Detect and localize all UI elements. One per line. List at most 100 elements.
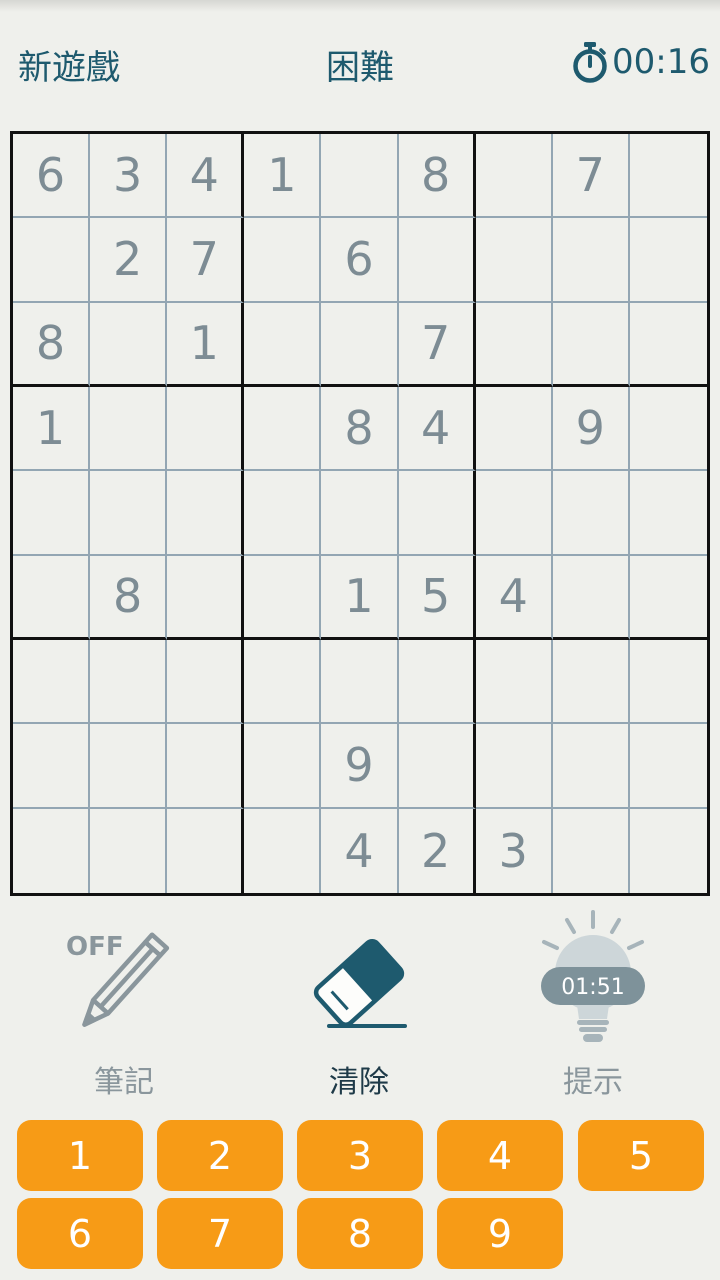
sudoku-cell-r3-c5[interactable] (321, 302, 399, 387)
sudoku-cell-r7-c9[interactable] (629, 640, 707, 725)
number-button-7[interactable]: 7 (157, 1198, 283, 1269)
sudoku-cell-r9-c1[interactable] (13, 808, 91, 893)
number-button-8[interactable]: 8 (297, 1198, 423, 1269)
sudoku-cell-r2-c5[interactable]: 6 (321, 218, 399, 303)
sudoku-cell-r8-c1[interactable] (13, 724, 91, 809)
sudoku-cell-r3-c1[interactable]: 8 (13, 302, 91, 387)
sudoku-cell-r7-c7[interactable] (475, 640, 553, 725)
pencil-icon: OFF (66, 932, 170, 1027)
sudoku-cell-r4-c6[interactable]: 4 (398, 387, 476, 472)
sudoku-cell-r9-c5[interactable]: 4 (321, 808, 399, 893)
sudoku-cell-r6-c8[interactable] (552, 555, 630, 640)
sudoku-cell-r3-c6[interactable]: 7 (398, 302, 476, 387)
sudoku-cell-r7-c4[interactable] (244, 640, 322, 725)
sudoku-cell-r2-c9[interactable] (629, 218, 707, 303)
number-button-9[interactable]: 9 (437, 1198, 563, 1269)
sudoku-cell-r4-c2[interactable] (90, 387, 168, 472)
sudoku-cell-r4-c9[interactable] (629, 387, 707, 472)
number-button-1[interactable]: 1 (17, 1120, 143, 1191)
sudoku-cell-r2-c8[interactable] (552, 218, 630, 303)
sudoku-cell-r6-c5[interactable]: 1 (321, 555, 399, 640)
sudoku-cell-r5-c9[interactable] (629, 471, 707, 556)
sudoku-cell-r2-c3[interactable]: 7 (167, 218, 245, 303)
sudoku-cell-r1-c1[interactable]: 6 (13, 134, 91, 219)
sudoku-cell-r4-c4[interactable] (244, 387, 322, 472)
sudoku-cell-r6-c9[interactable] (629, 556, 707, 640)
sudoku-cell-r1-c5[interactable] (321, 134, 399, 219)
sudoku-cell-r2-c6[interactable] (398, 218, 476, 303)
sudoku-cell-r8-c7[interactable] (475, 724, 553, 809)
sudoku-cell-r5-c7[interactable] (475, 471, 553, 556)
sudoku-cell-r3-c2[interactable] (90, 302, 168, 387)
sudoku-cell-r2-c2[interactable]: 2 (90, 218, 168, 303)
sudoku-cell-r8-c6[interactable] (398, 724, 476, 809)
sudoku-cell-r4-c1[interactable]: 1 (13, 387, 91, 472)
number-button-3[interactable]: 3 (297, 1120, 423, 1191)
sudoku-cell-r4-c8[interactable]: 9 (552, 387, 630, 472)
tool-bar: OFF 筆記 清除 01:51 提示 (0, 905, 720, 1105)
sudoku-cell-r8-c4[interactable] (244, 724, 322, 809)
sudoku-cell-r1-c3[interactable]: 4 (167, 134, 245, 219)
sudoku-cell-r6-c3[interactable] (167, 555, 245, 640)
sudoku-cell-r8-c3[interactable] (167, 724, 245, 809)
notes-label: 筆記 (94, 1065, 154, 1100)
sudoku-cell-r5-c5[interactable] (321, 471, 399, 556)
number-button-6[interactable]: 6 (17, 1198, 143, 1269)
sudoku-cell-r2-c1[interactable] (13, 218, 91, 303)
sudoku-cell-r9-c8[interactable] (553, 808, 630, 893)
sudoku-cell-r9-c6[interactable]: 2 (399, 808, 476, 893)
sudoku-cell-r5-c6[interactable] (398, 471, 476, 556)
sudoku-cell-r7-c1[interactable] (13, 640, 91, 725)
sudoku-cell-r9-c4[interactable] (244, 808, 322, 893)
sudoku-cell-r3-c4[interactable] (244, 302, 322, 387)
sudoku-cell-r5-c4[interactable] (244, 471, 322, 556)
sudoku-cell-r1-c8[interactable]: 7 (552, 134, 630, 219)
sudoku-cell-r5-c8[interactable] (552, 471, 630, 556)
sudoku-cell-r3-c8[interactable] (552, 302, 630, 387)
sudoku-cell-r6-c4[interactable] (244, 555, 322, 640)
sudoku-cell-r7-c2[interactable] (90, 640, 168, 725)
sudoku-cell-r9-c7[interactable]: 3 (476, 808, 553, 893)
sudoku-cell-r8-c8[interactable] (552, 724, 630, 809)
sudoku-cell-r2-c7[interactable] (475, 218, 553, 303)
sudoku-cell-r1-c4[interactable]: 1 (244, 134, 322, 219)
sudoku-cell-r2-c4[interactable] (244, 218, 322, 303)
sudoku-cell-r4-c3[interactable] (167, 387, 245, 472)
sudoku-cell-r1-c6[interactable]: 8 (398, 134, 476, 219)
sudoku-cell-r8-c9[interactable] (629, 724, 707, 809)
game-timer: 00:16 (570, 40, 710, 84)
hint-button[interactable]: 01:51 提示 (503, 905, 683, 1100)
sudoku-cell-r1-c7[interactable] (475, 134, 553, 219)
sudoku-cell-r6-c7[interactable]: 4 (475, 555, 553, 640)
sudoku-cell-r3-c7[interactable] (475, 302, 553, 387)
sudoku-cell-r9-c9[interactable] (630, 809, 707, 893)
sudoku-cell-r7-c6[interactable] (398, 640, 476, 725)
sudoku-cell-r7-c8[interactable] (552, 640, 630, 725)
sudoku-cell-r1-c2[interactable]: 3 (90, 134, 168, 219)
top-bar: 新遊戲 困難 00:16 (0, 30, 720, 94)
sudoku-cell-r3-c9[interactable] (629, 303, 707, 387)
number-button-2[interactable]: 2 (157, 1120, 283, 1191)
sudoku-cell-r8-c2[interactable] (90, 724, 168, 809)
sudoku-cell-r3-c3[interactable]: 1 (167, 302, 245, 387)
sudoku-cell-r6-c1[interactable] (13, 555, 91, 640)
number-button-5[interactable]: 5 (578, 1120, 704, 1191)
sudoku-cell-r1-c9[interactable] (629, 134, 707, 219)
sudoku-cell-r4-c5[interactable]: 8 (321, 387, 399, 472)
sudoku-cell-r7-c3[interactable] (167, 640, 245, 725)
sudoku-cell-r6-c6[interactable]: 5 (398, 555, 476, 640)
sudoku-cell-r7-c5[interactable] (321, 640, 399, 725)
notes-button[interactable]: OFF 筆記 (34, 905, 214, 1100)
sudoku-cell-r9-c3[interactable] (167, 808, 245, 893)
sudoku-cell-r5-c3[interactable] (167, 471, 245, 556)
sudoku-cell-r8-c5[interactable]: 9 (321, 724, 399, 809)
sudoku-cell-r9-c2[interactable] (90, 808, 168, 893)
sudoku-cell-r5-c2[interactable] (90, 471, 168, 556)
new-game-button[interactable]: 新遊戲 (18, 40, 120, 89)
sudoku-cell-r6-c2[interactable]: 8 (90, 555, 168, 640)
sudoku-cell-r4-c7[interactable] (475, 387, 553, 472)
sudoku-cell-r5-c1[interactable] (13, 471, 91, 556)
number-button-4[interactable]: 4 (437, 1120, 563, 1191)
erase-button[interactable]: 清除 (269, 905, 449, 1100)
sudoku-board: 634187276817184981549423 (10, 131, 710, 896)
